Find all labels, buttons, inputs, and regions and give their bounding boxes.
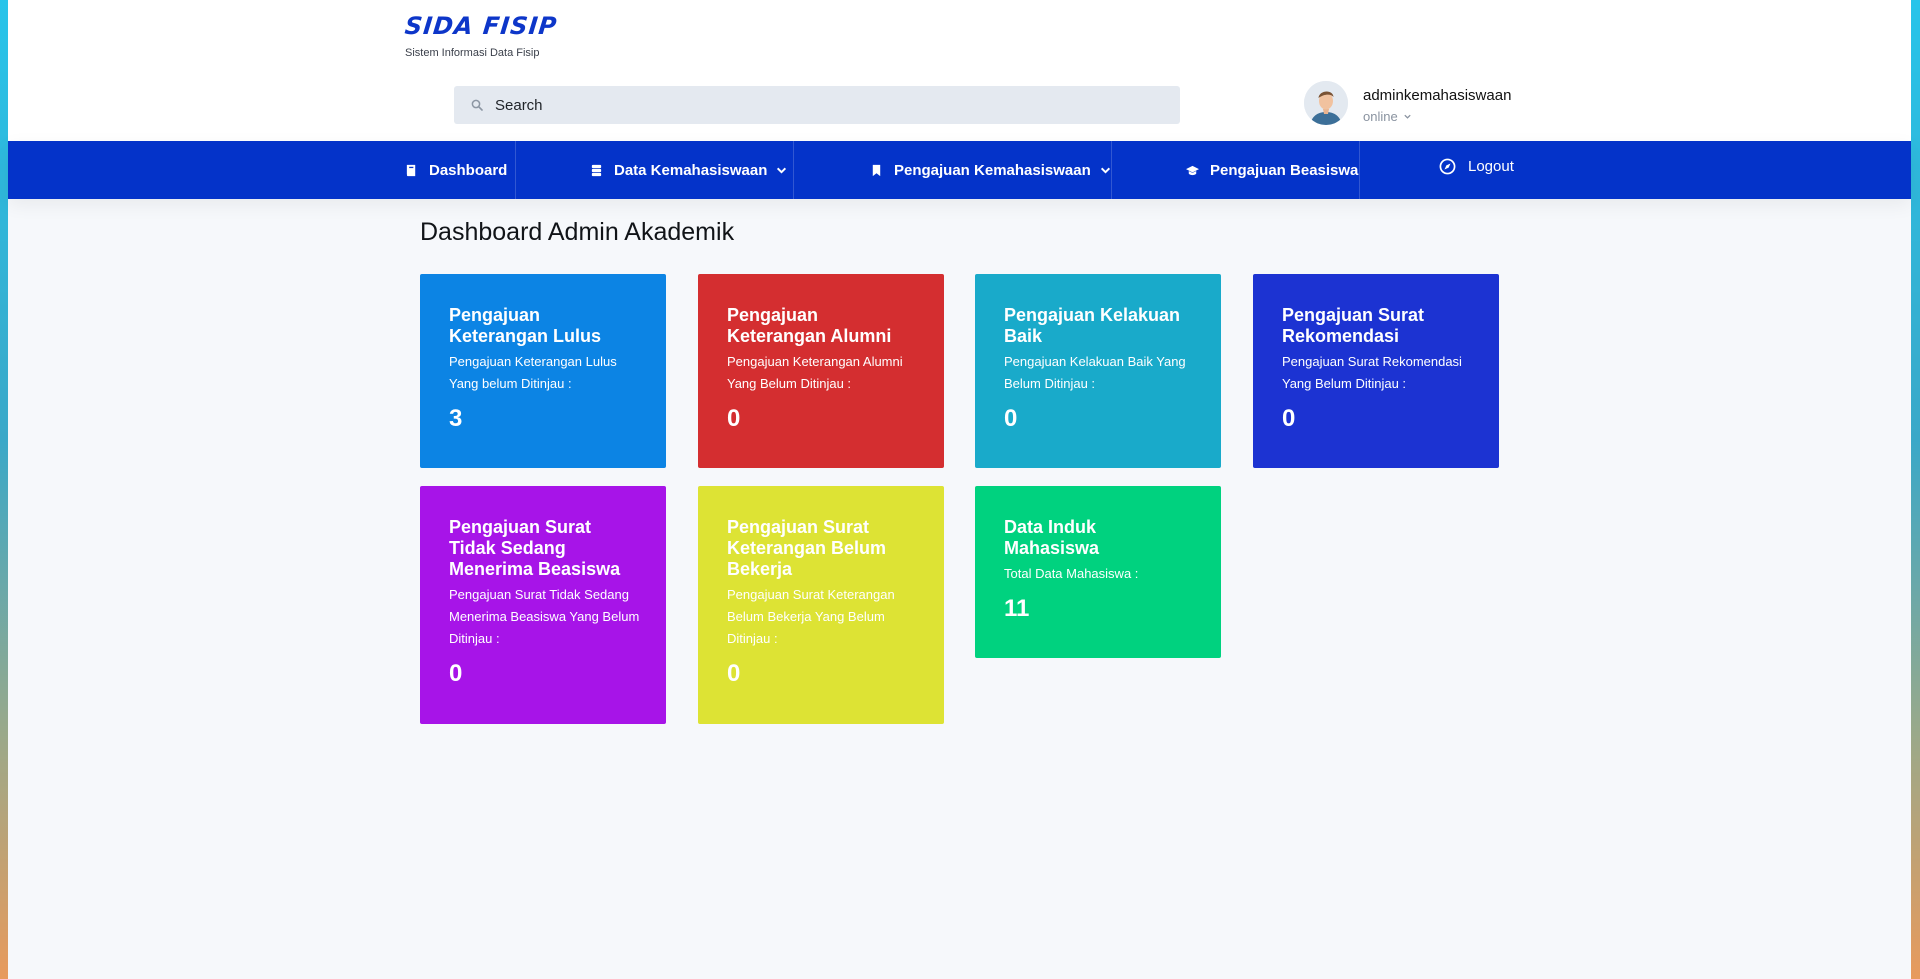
card-keterangan-alumni[interactable]: Pengajuan Keterangan Alumni Pengajuan Ke… bbox=[698, 274, 944, 468]
card-title: Pengajuan Keterangan Lulus bbox=[449, 305, 602, 346]
logout-label: Logout bbox=[1468, 157, 1514, 175]
card-title: Pengajuan Surat Keterangan Belum Bekerja bbox=[727, 517, 887, 579]
nav-divider bbox=[1359, 141, 1360, 199]
card-description: Pengajuan Surat Keterangan Belum Bekerja… bbox=[727, 587, 895, 646]
card-kelakuan-baik[interactable]: Pengajuan Kelakuan Baik Pengajuan Kelaku… bbox=[975, 274, 1221, 468]
nav-data-kemahasiswaan[interactable]: Data Kemahasiswaan bbox=[590, 141, 787, 199]
page: SIDA FISIP Sistem Informasi Data Fisip a… bbox=[8, 0, 1911, 979]
database-icon bbox=[591, 164, 602, 176]
card-title: Data Induk Mahasiswa bbox=[1004, 517, 1100, 558]
chevron-down-icon bbox=[1404, 114, 1411, 119]
bookmark-icon bbox=[872, 164, 881, 176]
compass-icon bbox=[1439, 158, 1456, 174]
card-description: Pengajuan Surat Rekomendasi Yang Belum D… bbox=[1282, 354, 1462, 391]
card-count: 3 bbox=[449, 405, 463, 432]
nav-divider bbox=[793, 141, 794, 199]
card-description: Pengajuan Keterangan Lulus Yang belum Di… bbox=[449, 354, 617, 391]
book-icon bbox=[406, 164, 416, 176]
page-title: Dashboard Admin Akademik bbox=[420, 218, 735, 246]
card-count: 0 bbox=[1282, 405, 1296, 432]
nav-pengajuan-beasiswa[interactable]: Pengajuan Beasiswa bbox=[1186, 141, 1358, 199]
user-avatar-icon bbox=[1304, 81, 1348, 125]
card-count: 0 bbox=[727, 405, 741, 432]
search-bar[interactable] bbox=[454, 86, 1180, 124]
avatar[interactable] bbox=[1304, 81, 1348, 125]
card-count: 0 bbox=[449, 660, 463, 687]
card-count: 11 bbox=[1004, 595, 1030, 622]
nav-pengajuan-beasiswa-label: Pengajuan Beasiswa bbox=[1210, 161, 1359, 179]
card-title: Pengajuan Surat Tidak Sedang Menerima Be… bbox=[449, 517, 621, 579]
user-name[interactable]: adminkemahasiswaan bbox=[1363, 87, 1511, 104]
nav-data-kemahasiswaan-label: Data Kemahasiswaan bbox=[614, 161, 768, 179]
logo-subtitle: Sistem Informasi Data Fisip bbox=[405, 47, 540, 59]
card-description: Pengajuan Kelakuan Baik Yang Belum Ditin… bbox=[1004, 354, 1186, 391]
search-icon bbox=[471, 99, 483, 111]
card-data-induk-mahasiswa[interactable]: Data Induk Mahasiswa Total Data Mahasisw… bbox=[975, 486, 1221, 658]
graduation-cap-icon bbox=[1186, 165, 1199, 175]
card-keterangan-lulus[interactable]: Pengajuan Keterangan Lulus Pengajuan Ket… bbox=[420, 274, 666, 468]
card-count: 0 bbox=[727, 660, 741, 687]
nav-pengajuan-kemahasiswaan-label: Pengajuan Kemahasiswaan bbox=[894, 161, 1091, 179]
user-status-dropdown[interactable]: online bbox=[1363, 109, 1412, 124]
card-tidak-menerima-beasiswa[interactable]: Pengajuan Surat Tidak Sedang Menerima Be… bbox=[420, 486, 666, 724]
card-title: Pengajuan Keterangan Alumni bbox=[727, 305, 892, 346]
nav-divider bbox=[1111, 141, 1112, 199]
chevron-down-icon bbox=[777, 167, 787, 174]
card-title: Pengajuan Kelakuan Baik bbox=[1004, 305, 1181, 346]
card-description: Total Data Mahasiswa : bbox=[1004, 566, 1139, 581]
card-description: Pengajuan Surat Tidak Sedang Menerima Be… bbox=[449, 587, 640, 646]
logout-button[interactable]: Logout bbox=[1439, 137, 1514, 195]
chevron-down-icon bbox=[1100, 167, 1110, 174]
nav-divider bbox=[515, 141, 516, 199]
header: SIDA FISIP Sistem Informasi Data Fisip a… bbox=[8, 0, 1911, 141]
user-status-label: online bbox=[1363, 109, 1398, 124]
card-count: 0 bbox=[1004, 405, 1018, 432]
nav-dashboard-label: Dashboard bbox=[429, 161, 508, 179]
search-input[interactable] bbox=[493, 95, 1157, 115]
nav-dashboard[interactable]: Dashboard bbox=[405, 141, 507, 199]
logo-title[interactable]: SIDA FISIP bbox=[404, 12, 559, 40]
nav-pengajuan-kemahasiswaan[interactable]: Pengajuan Kemahasiswaan bbox=[870, 141, 1111, 199]
card-title: Pengajuan Surat Rekomendasi bbox=[1282, 305, 1425, 346]
card-surat-rekomendasi[interactable]: Pengajuan Surat Rekomendasi Pengajuan Su… bbox=[1253, 274, 1499, 468]
main-nav: Dashboard Data Kemahasiswaan Pengajuan K… bbox=[8, 141, 1911, 199]
card-belum-bekerja[interactable]: Pengajuan Surat Keterangan Belum Bekerja… bbox=[698, 486, 944, 724]
card-description: Pengajuan Keterangan Alumni Yang Belum D… bbox=[727, 354, 903, 391]
